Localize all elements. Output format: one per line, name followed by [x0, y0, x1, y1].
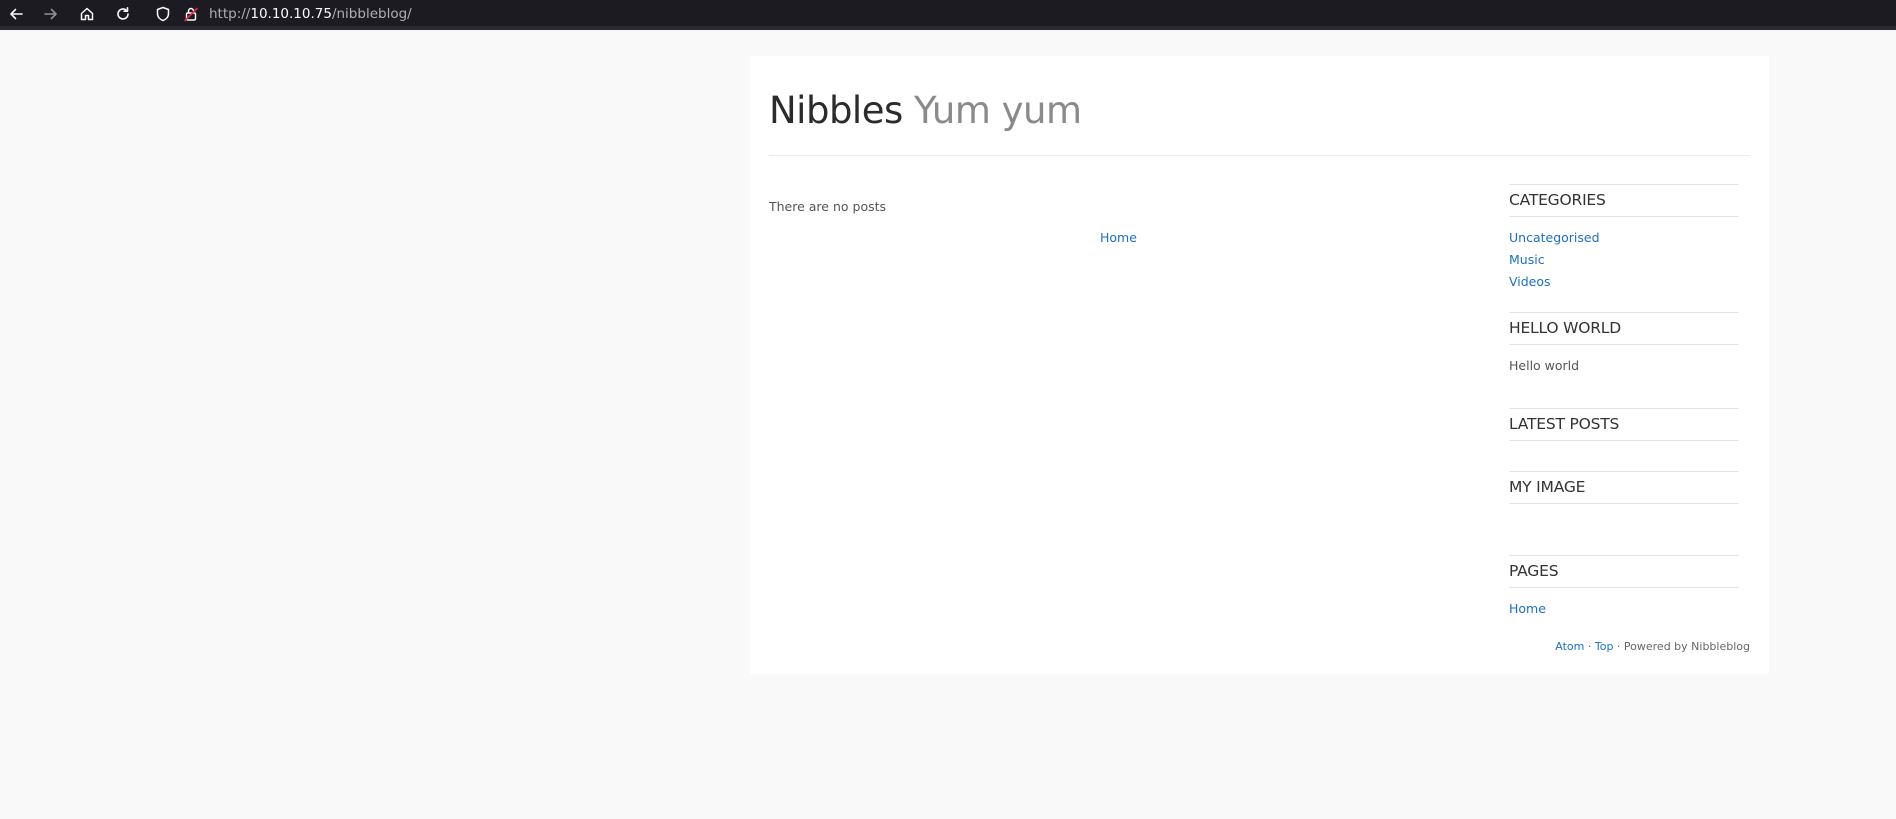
- url-host: 10.10.10.75: [250, 6, 332, 22]
- powered-by-text: · Powered by Nibbleblog: [1613, 640, 1750, 653]
- sidebar-divider: [1509, 216, 1739, 217]
- my-image-title: MY IMAGE: [1509, 478, 1586, 496]
- header-divider: [769, 155, 1750, 156]
- forward-arrow-icon[interactable]: [40, 3, 62, 25]
- insecure-lock-icon[interactable]: [180, 3, 202, 25]
- blog-name: Nibbles: [769, 89, 903, 132]
- shield-icon[interactable]: [152, 3, 174, 25]
- blog-container: Nibbles Yum yum There are no posts Home …: [750, 56, 1769, 674]
- blog-slogan: Yum yum: [914, 89, 1082, 132]
- url-prefix: http://: [209, 6, 251, 22]
- footer: Atom · Top · Powered by Nibbleblog: [1555, 640, 1750, 653]
- sidebar-divider: [1509, 471, 1739, 472]
- blog-title[interactable]: Nibbles Yum yum: [769, 86, 1082, 136]
- sidebar-divider: [1509, 555, 1739, 556]
- sidebar-divider: [1509, 503, 1739, 504]
- latest-posts-title: LATEST POSTS: [1509, 415, 1620, 433]
- top-link[interactable]: Top: [1595, 640, 1614, 653]
- reload-icon[interactable]: [112, 3, 134, 25]
- back-arrow-icon[interactable]: [5, 3, 27, 25]
- sidebar-divider: [1509, 587, 1739, 588]
- sidebar-divider: [1509, 440, 1739, 441]
- category-link-videos[interactable]: Videos: [1509, 274, 1551, 289]
- pager-home-link[interactable]: Home: [1100, 230, 1137, 245]
- hello-world-title: HELLO WORLD: [1509, 319, 1621, 337]
- footer-separator: ·: [1584, 640, 1595, 653]
- home-icon[interactable]: [76, 3, 98, 25]
- categories-title: CATEGORIES: [1509, 191, 1606, 209]
- sidebar-divider: [1509, 344, 1739, 345]
- hello-world-text: Hello world: [1509, 358, 1580, 373]
- sidebar-divider: [1509, 312, 1739, 313]
- category-link-music[interactable]: Music: [1509, 252, 1545, 267]
- url-path: /nibbleblog/: [331, 6, 412, 22]
- sidebar-divider: [1509, 184, 1739, 185]
- address-bar[interactable]: http://10.10.10.75/nibbleblog/: [209, 6, 412, 24]
- browser-toolbar: http://10.10.10.75/nibbleblog/: [0, 0, 1896, 30]
- category-link-uncategorised[interactable]: Uncategorised: [1509, 230, 1600, 245]
- sidebar-divider: [1509, 408, 1739, 409]
- pages-title: PAGES: [1509, 562, 1559, 580]
- page-link-home[interactable]: Home: [1509, 601, 1546, 616]
- no-posts-message: There are no posts: [769, 199, 887, 214]
- atom-link[interactable]: Atom: [1555, 640, 1584, 653]
